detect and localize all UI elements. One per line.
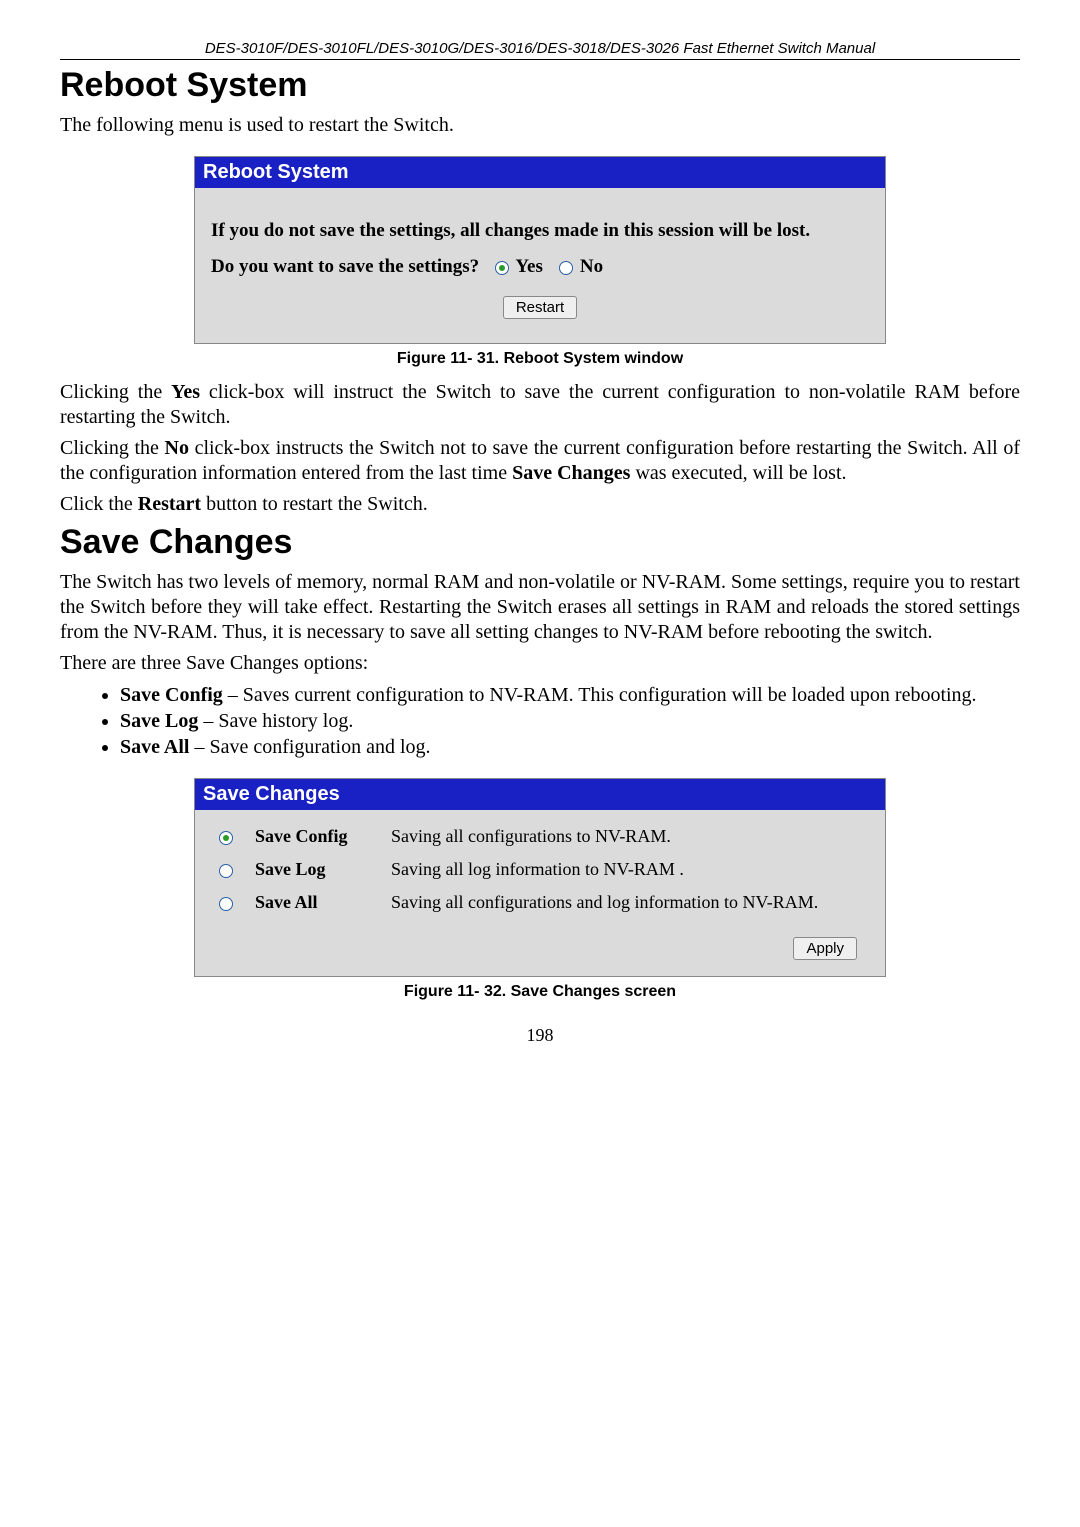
radio-yes[interactable] (495, 261, 509, 275)
list-item: Save Log – Save history log. (120, 708, 1020, 734)
heading-save-changes: Save Changes (60, 523, 1020, 562)
heading-reboot-system: Reboot System (60, 66, 1020, 105)
restart-button[interactable]: Restart (503, 296, 577, 319)
figure-caption-save: Figure 11- 32. Save Changes screen (60, 983, 1020, 1001)
radio-save-log[interactable] (219, 864, 233, 878)
running-header: DES-3010F/DES-3010FL/DES-3010G/DES-3016/… (60, 40, 1020, 60)
text-yes-bold: Yes (171, 381, 200, 403)
text-frag: Click the (60, 493, 138, 515)
list-item: Save All – Save configuration and log. (120, 734, 1020, 760)
bullet-rest: – Saves current configuration to NV-RAM.… (223, 684, 977, 706)
save-changes-intro: The Switch has two levels of memory, nor… (60, 570, 1020, 645)
save-options-table: Save Config Saving all configurations to… (205, 820, 875, 919)
save-options-list: Save Config – Saves current configuratio… (60, 682, 1020, 760)
radio-yes-label: Yes (515, 256, 542, 277)
reboot-intro-text: The following menu is used to restart th… (60, 113, 1020, 138)
radio-save-config[interactable] (219, 831, 233, 845)
reboot-warning-text: If you do not save the settings, all cha… (211, 220, 869, 242)
bullet-rest: – Save history log. (198, 710, 353, 732)
row-desc: Saving all configurations to NV-RAM. (383, 820, 875, 853)
text-frag: click-box will instruct the Switch to sa… (60, 381, 1020, 428)
reboot-para-yes: Clicking the Yes click-box will instruct… (60, 380, 1020, 430)
radio-save-all[interactable] (219, 897, 233, 911)
reboot-question-prefix: Do you want to save the settings? (211, 256, 479, 277)
bullet-strong: Save Log (120, 710, 198, 732)
page-number: 198 (60, 1025, 1020, 1046)
reboot-question-row: Do you want to save the settings? Yes No (211, 256, 869, 278)
text-restart-bold: Restart (138, 493, 201, 515)
bullet-strong: Save Config (120, 684, 223, 706)
text-frag: button to restart the Switch. (201, 493, 428, 515)
bullet-rest: – Save configuration and log. (189, 736, 430, 758)
row-name: Save All (247, 886, 383, 919)
table-row: Save Log Saving all log information to N… (205, 853, 875, 886)
radio-no-label: No (580, 256, 603, 277)
list-item: Save Config – Saves current configuratio… (120, 682, 1020, 708)
radio-no[interactable] (559, 261, 573, 275)
row-desc: Saving all configurations and log inform… (383, 886, 875, 919)
text-savechanges-bold: Save Changes (512, 462, 630, 484)
apply-button[interactable]: Apply (793, 937, 857, 960)
row-desc: Saving all log information to NV-RAM . (383, 853, 875, 886)
row-name: Save Log (247, 853, 383, 886)
reboot-panel-title: Reboot System (195, 157, 885, 188)
table-row: Save All Saving all configurations and l… (205, 886, 875, 919)
reboot-system-panel: Reboot System If you do not save the set… (194, 156, 886, 344)
save-options-intro: There are three Save Changes options: (60, 651, 1020, 676)
reboot-para-no: Clicking the No click-box instructs the … (60, 436, 1020, 486)
reboot-para-restart: Click the Restart button to restart the … (60, 492, 1020, 517)
text-frag: was executed, will be lost. (630, 462, 846, 484)
save-changes-panel: Save Changes Save Config Saving all conf… (194, 778, 886, 977)
text-frag: Clicking the (60, 381, 171, 403)
bullet-strong: Save All (120, 736, 189, 758)
table-row: Save Config Saving all configurations to… (205, 820, 875, 853)
row-name: Save Config (247, 820, 383, 853)
figure-caption-reboot: Figure 11- 31. Reboot System window (60, 350, 1020, 368)
text-no-bold: No (165, 437, 189, 459)
text-frag: Clicking the (60, 437, 165, 459)
save-panel-title: Save Changes (195, 779, 885, 810)
